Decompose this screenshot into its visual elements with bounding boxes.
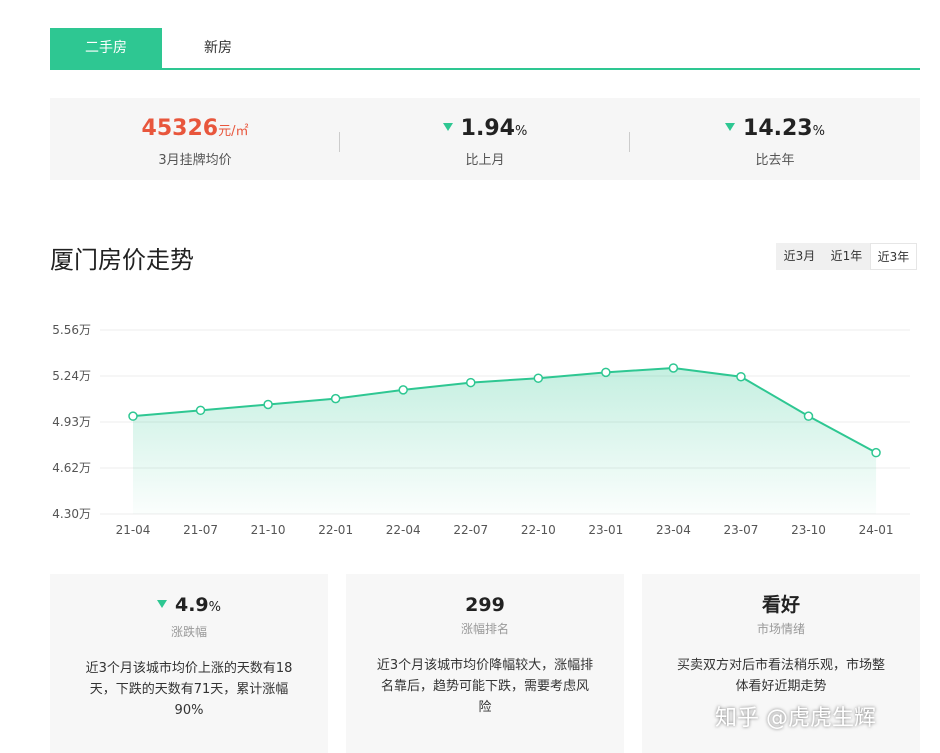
house-type-tabs: 二手房 新房 (50, 28, 920, 70)
y-tick-label: 4.30万 (52, 507, 91, 521)
x-tick-label: 22-07 (453, 523, 488, 537)
x-tick-label: 22-10 (521, 523, 556, 537)
avg-price-stat: 45326元/㎡ 3月挂牌均价 (50, 116, 340, 168)
range-3y-button[interactable]: 近3年 (870, 243, 917, 270)
mom-stat: 1.94% 比上月 (340, 116, 630, 168)
change-rate-unit: % (208, 600, 222, 615)
down-arrow-icon (442, 123, 453, 131)
yoy-stat: 14.23% 比去年 (630, 116, 920, 168)
rank-desc: 近3个月该城市均价降幅较大，涨幅排名靠后，趋势可能下跌，需要考虑风险 (376, 658, 594, 715)
avg-price-value: 45326 (141, 116, 219, 141)
down-arrow-icon (156, 599, 167, 608)
avg-price-unit: 元/㎡ (218, 124, 249, 139)
data-point[interactable] (871, 447, 881, 458)
data-point[interactable] (736, 371, 746, 382)
range-3m-button[interactable]: 近3月 (776, 243, 823, 270)
data-point[interactable] (668, 363, 679, 373)
x-tick-label: 21-10 (251, 523, 286, 537)
x-tick-label: 22-04 (386, 523, 421, 537)
avg-price-label: 3月挂牌均价 (158, 153, 232, 168)
watermark: 知乎 @虎虎生辉 (715, 706, 876, 731)
change-rate-label: 涨跌幅 (170, 625, 207, 639)
y-tick-label: 5.56万 (52, 323, 91, 337)
data-point[interactable] (601, 367, 611, 378)
rank-card: 299 涨幅排名 近3个月该城市均价降幅较大，涨幅排名靠后，趋势可能下跌，需要考… (346, 574, 624, 753)
price-stats-bar: 45326元/㎡ 3月挂牌均价 1.94% 比上月 14.23% 比去年 (50, 98, 920, 180)
x-tick-label: 23-10 (791, 523, 826, 537)
rank-label: 涨幅排名 (460, 622, 509, 636)
sentiment-desc: 买卖双方对后市看法稍乐观，市场整体看好近期走势 (676, 658, 885, 694)
x-tick-label: 23-04 (656, 523, 691, 537)
mom-label: 比上月 (465, 153, 505, 168)
sentiment-label: 市场情绪 (756, 622, 805, 636)
x-tick-label: 21-04 (116, 523, 151, 537)
change-rate-card: 4.9% 涨跌幅 近3个月该城市均价上涨的天数有18天，下跌的天数有71天，累计… (50, 574, 328, 753)
data-point[interactable] (195, 405, 206, 416)
sentiment-value: 看好 (761, 594, 800, 616)
y-tick-label: 4.93万 (52, 415, 91, 429)
x-tick-label: 23-07 (724, 523, 759, 537)
data-point[interactable] (398, 385, 408, 395)
y-tick-label: 4.62万 (52, 461, 91, 475)
change-rate-desc: 近3个月该城市均价上涨的天数有18天，下跌的天数有71天，累计涨幅90% (85, 661, 293, 718)
price-trend-chart: 5.56万 5.24万 4.93万 4.62万 4.30万 21-04 21-07 21-1… (52, 323, 910, 537)
mom-unit: % (514, 124, 528, 139)
mom-value: 1.94 (460, 116, 515, 141)
time-range-selector: 近3月 近1年 近3年 (776, 243, 917, 270)
x-tick-label: 24-01 (859, 523, 894, 537)
data-point[interactable] (533, 373, 544, 383)
data-point[interactable] (466, 377, 476, 388)
data-point[interactable] (128, 411, 138, 421)
x-tick-label: 23-01 (588, 523, 623, 537)
yoy-unit: % (812, 124, 825, 139)
change-rate-value: 4.9 (174, 594, 209, 616)
data-point[interactable] (263, 399, 273, 410)
tab-new-house[interactable]: 新房 (162, 28, 274, 68)
yoy-label: 比去年 (755, 153, 795, 168)
yoy-value: 14.23 (743, 116, 813, 141)
range-1y-button[interactable]: 近1年 (823, 243, 870, 270)
data-point[interactable] (803, 411, 814, 421)
tab-second-hand[interactable]: 二手房 (50, 28, 162, 68)
data-point[interactable] (330, 393, 341, 404)
x-tick-label: 22-01 (318, 523, 353, 537)
down-arrow-icon (725, 123, 736, 131)
section-title: 厦门房价走势 (50, 246, 194, 274)
rank-value: 299 (465, 594, 505, 616)
y-tick-label: 5.24万 (52, 369, 91, 383)
x-tick-label: 21-07 (183, 523, 218, 537)
